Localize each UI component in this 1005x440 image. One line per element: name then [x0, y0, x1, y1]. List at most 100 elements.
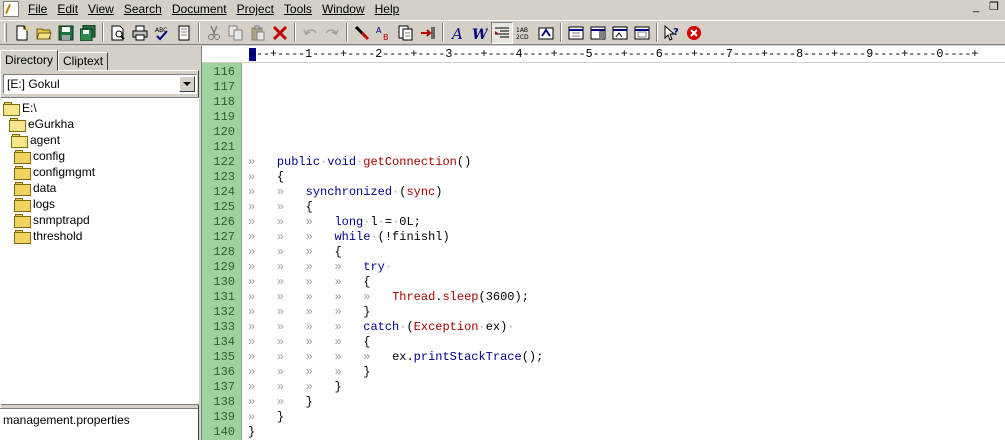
minimize-button[interactable]: _ — [969, 1, 983, 15]
tree-item-egurkha[interactable]: eGurkha — [9, 116, 74, 132]
properties-button[interactable] — [535, 22, 557, 44]
tree-item-config[interactable]: config — [14, 148, 65, 164]
code-identifier: Thread — [392, 290, 436, 304]
app-document-icon[interactable] — [3, 1, 19, 17]
open-folder-icon — [11, 133, 28, 148]
undo-button[interactable] — [299, 22, 321, 44]
context-help-button[interactable]: ? — [661, 22, 683, 44]
code-line[interactable]: » » » while·(!finishl) — [248, 230, 450, 245]
tree-item-root[interactable]: E:\ — [3, 100, 37, 116]
code-line[interactable]: » } — [248, 410, 284, 425]
chevron-down-icon[interactable] — [179, 76, 195, 92]
tree-item-label: data — [33, 181, 57, 195]
tab-cliptext[interactable]: Cliptext — [58, 52, 109, 71]
redo-button[interactable] — [321, 22, 343, 44]
menu-tools[interactable]: Tools — [279, 0, 317, 18]
tree-item-configmgmt[interactable]: configmgmt — [14, 164, 95, 180]
code-line[interactable]: » { — [248, 170, 284, 185]
replace-button[interactable]: AB — [373, 22, 395, 44]
panel-toggle-2-button[interactable] — [587, 22, 609, 44]
delete-button[interactable] — [269, 22, 291, 44]
code-line[interactable]: » » » » » Thread.sleep(3600); — [248, 290, 529, 305]
code-line[interactable]: » » { — [248, 200, 313, 215]
columns-button[interactable]: 1AB 2CD — [513, 22, 535, 44]
word-wrap-button[interactable]: W — [469, 22, 491, 44]
file-item[interactable]: management.properties — [3, 413, 130, 427]
code-line[interactable]: » » » } — [248, 380, 342, 395]
save-all-button[interactable] — [77, 22, 99, 44]
code-line[interactable]: » public·void·getConnection() — [248, 155, 471, 170]
restore-button[interactable]: ❐ — [987, 1, 1001, 15]
save-button[interactable] — [55, 22, 77, 44]
open-folder-icon — [9, 117, 26, 132]
tree-item-snmptrapd[interactable]: snmptrapd — [14, 212, 90, 228]
code-line[interactable]: » » » » catch·(Exception·ex)· — [248, 320, 515, 335]
code-line[interactable]: » » } — [248, 395, 313, 410]
indent-marker-icon — [495, 27, 509, 37]
stop-button[interactable] — [683, 22, 705, 44]
font-a-icon: A — [450, 25, 463, 41]
panel-toggle-1-button[interactable] — [565, 22, 587, 44]
menu-bar: File Edit View Search Document Project T… — [0, 0, 1005, 18]
tab-marker: » — [248, 230, 277, 244]
help-pointer-icon: ? — [664, 24, 679, 41]
open-folder-icon — [3, 101, 20, 116]
code-line[interactable]: » » synchronized·(sync) — [248, 185, 442, 200]
tree-item-label: agent — [30, 133, 61, 147]
code-text: 0L; — [399, 215, 421, 229]
open-button[interactable] — [33, 22, 55, 44]
properties-icon — [538, 27, 554, 39]
whitespace-marker: · — [370, 230, 378, 244]
code-line[interactable]: » » » » { — [248, 335, 370, 350]
code-text: ex. — [392, 350, 414, 364]
menu-help[interactable]: Help — [370, 0, 405, 18]
panel-toggle-3-button[interactable] — [609, 22, 631, 44]
document-view-icon — [178, 25, 190, 40]
goto-line-button[interactable] — [417, 22, 439, 44]
print-preview-button[interactable] — [107, 22, 129, 44]
tree-item-data[interactable]: data — [14, 180, 56, 196]
print-button[interactable] — [129, 22, 151, 44]
drive-select[interactable]: [E:] Gokul — [3, 74, 197, 94]
menu-view[interactable]: View — [83, 0, 119, 18]
cut-button[interactable] — [203, 22, 225, 44]
tab-marker: » — [363, 290, 393, 304]
tree-item-threshold[interactable]: threshold — [14, 228, 82, 244]
indent-toggle-button[interactable] — [491, 21, 513, 44]
code-area[interactable]: » public·void·getConnection()» {» » sync… — [202, 63, 1005, 440]
paste-button[interactable] — [247, 22, 269, 44]
panel-toggle-4-button[interactable] — [631, 22, 653, 44]
menu-edit[interactable]: Edit — [52, 0, 83, 18]
toolbar-grip[interactable] — [4, 23, 7, 42]
tab-directory[interactable]: Directory — [0, 50, 59, 71]
menu-document[interactable]: Document — [167, 0, 232, 18]
folder-tree[interactable]: E:\ eGurkha agent config configmgmt data — [1, 97, 199, 405]
code-editor[interactable]: ---+----1----+----2----+----3----+----4-… — [201, 46, 1005, 440]
toggle-view-button[interactable] — [173, 22, 195, 44]
menu-file[interactable]: File — [23, 0, 52, 18]
tab-marker: » — [248, 335, 277, 349]
new-file-button[interactable] — [11, 22, 33, 44]
file-list[interactable]: management.properties — [0, 408, 198, 440]
spell-check-button[interactable]: ABC — [151, 22, 173, 44]
code-line[interactable]: » » » » try· — [248, 260, 392, 275]
code-text: } — [363, 365, 371, 379]
code-line[interactable]: » » » long·l·=·0L; — [248, 215, 421, 230]
font-button[interactable]: A — [447, 22, 469, 44]
menu-project[interactable]: Project — [232, 0, 279, 18]
code-line[interactable]: » » » » } — [248, 305, 370, 320]
menu-search[interactable]: Search — [119, 0, 167, 18]
code-line[interactable]: } — [248, 425, 255, 440]
tree-item-agent[interactable]: agent — [11, 132, 60, 148]
menu-window[interactable]: Window — [317, 0, 370, 18]
printer-icon — [132, 25, 148, 40]
code-line[interactable]: » » » » } — [248, 365, 370, 380]
code-line[interactable]: » » » » { — [248, 275, 370, 290]
find-button[interactable] — [351, 22, 373, 44]
copy-button[interactable] — [225, 22, 247, 44]
tree-item-logs[interactable]: logs — [14, 196, 55, 212]
find-in-files-button[interactable] — [395, 22, 417, 44]
code-line[interactable]: » » » { — [248, 245, 342, 260]
tab-marker: » — [305, 245, 335, 259]
code-line[interactable]: » » » » » ex.printStackTrace(); — [248, 350, 543, 365]
